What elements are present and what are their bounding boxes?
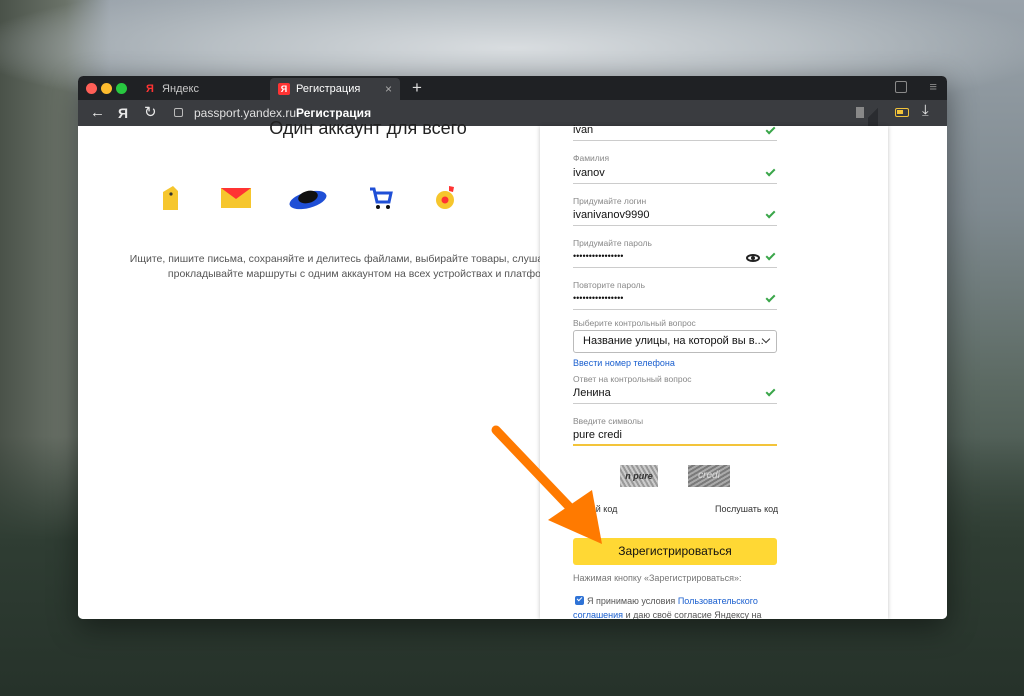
- eye-icon[interactable]: [746, 254, 760, 262]
- saucer-icon: [289, 190, 327, 210]
- annotation-arrow-icon: [491, 425, 602, 544]
- disk-icon: [163, 186, 178, 210]
- field-underline: [573, 183, 777, 184]
- answer-input[interactable]: Ленина: [573, 387, 611, 399]
- field-underline: [573, 309, 777, 310]
- minimize-window-button[interactable]: [101, 83, 112, 94]
- password-input[interactable]: ••••••••••••••••: [573, 251, 623, 261]
- last-name-input[interactable]: ivanov: [573, 167, 605, 179]
- tab-label: Регистрация: [296, 83, 361, 95]
- field-underline: [573, 140, 777, 141]
- field-underline: [573, 225, 777, 226]
- battery-icon[interactable]: [895, 108, 909, 117]
- listen-code-link[interactable]: Послушать код: [715, 504, 778, 514]
- enter-phone-link[interactable]: Ввести номер телефона: [573, 358, 675, 368]
- back-arrow-icon[interactable]: ←: [90, 103, 105, 123]
- tab-registration[interactable]: Я Регистрация ×: [270, 78, 400, 100]
- cart-icon: [370, 187, 393, 209]
- repeat-password-label: Повторите пароль: [573, 280, 646, 290]
- question-label: Выберите контрольный вопрос: [573, 318, 696, 328]
- download-icon[interactable]: ⤓: [922, 102, 929, 119]
- address-bar-divider: [868, 100, 878, 126]
- tab-yandex[interactable]: Я Яндекс: [136, 78, 268, 100]
- promo-title: Один аккаунт для всего: [269, 118, 467, 138]
- bookmark-icon[interactable]: [856, 107, 864, 118]
- tab-bar: Я Яндекс Я Регистрация × + ≡: [78, 76, 947, 100]
- password-label: Придумайте пароль: [573, 238, 652, 248]
- music-icon: [436, 186, 454, 209]
- login-label: Придумайте логин: [573, 196, 647, 206]
- tab-close-icon[interactable]: ×: [385, 78, 392, 100]
- captcha-image: n pure: [620, 465, 658, 487]
- check-icon: [765, 166, 776, 177]
- check-icon: [765, 386, 776, 397]
- field-underline: [573, 403, 777, 404]
- reload-icon[interactable]: ↻: [144, 103, 157, 123]
- close-window-button[interactable]: [86, 83, 97, 94]
- yandex-home-icon[interactable]: Я: [118, 103, 128, 123]
- check-icon: [765, 208, 776, 219]
- mail-icon: [221, 188, 251, 208]
- tabs-overview-icon[interactable]: [895, 81, 907, 93]
- terms-hint: Нажимая кнопку «Зарегистрироваться»:: [573, 573, 742, 583]
- agree-text: Я принимаю условия Пользовательского сог…: [573, 594, 788, 619]
- new-tab-button[interactable]: +: [412, 77, 422, 99]
- field-underline: [573, 267, 777, 268]
- check-icon: [765, 124, 776, 135]
- yandex-favicon-icon: Я: [278, 83, 290, 95]
- answer-label: Ответ на контрольный вопрос: [573, 374, 692, 384]
- yandex-favicon-icon: Я: [146, 83, 154, 95]
- check-icon: [765, 292, 776, 303]
- menu-icon[interactable]: ≡: [929, 80, 937, 94]
- tab-label: Яндекс: [162, 83, 199, 95]
- repeat-password-input[interactable]: ••••••••••••••••: [573, 293, 623, 303]
- check-icon: [765, 250, 776, 261]
- security-question-select[interactable]: Название улицы, на которой вы в...: [573, 330, 777, 353]
- agree-prefix: Я принимаю условия: [587, 596, 676, 606]
- captcha-image: credi: [688, 465, 730, 487]
- login-input[interactable]: ivanivanov9990: [573, 209, 649, 221]
- first-name-input[interactable]: ivan: [573, 124, 593, 136]
- agree-suffix: и даю своё согласие Яндексу на: [625, 610, 762, 619]
- lock-icon: [174, 108, 183, 117]
- last-name-label: Фамилия: [573, 153, 610, 163]
- maximize-window-button[interactable]: [116, 83, 127, 94]
